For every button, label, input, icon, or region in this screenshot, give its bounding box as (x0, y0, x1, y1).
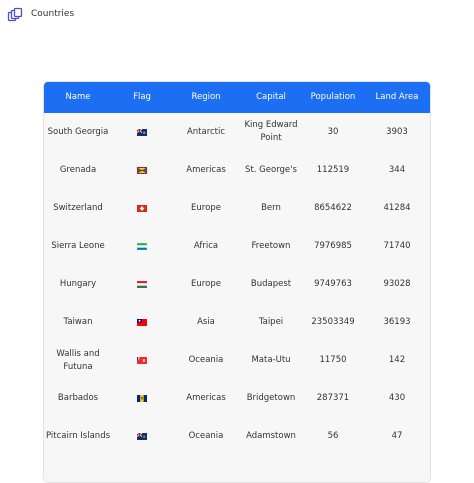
cell-region: Europe (191, 202, 221, 213)
cell-population: 11750 (319, 355, 347, 366)
cell-name: Barbados (44, 392, 112, 405)
cell-capital: Mata-Utu (240, 354, 302, 367)
table-row[interactable]: Wallis and Futuna Oceania Mata-Utu 11750 142 (44, 342, 430, 380)
cell-region: Africa (193, 240, 219, 251)
cell-land-area: 344 (388, 164, 406, 175)
cell-region: Oceania (188, 431, 224, 442)
cell-population: 30 (327, 126, 339, 137)
cell-land-area: 430 (388, 393, 406, 404)
column-header-region[interactable]: Region (172, 92, 240, 102)
cell-land-area: 71740 (383, 240, 411, 251)
cell-population: 112519 (316, 164, 350, 175)
cell-name-line: Taiwan (63, 317, 93, 327)
cell-name: Wallis and Futuna (44, 348, 112, 374)
cell-name-line: Switzerland (53, 202, 103, 213)
flag-icon-bb (137, 395, 147, 403)
cell-name-line: South Georgia (47, 126, 109, 137)
column-header-flag[interactable]: Flag (112, 92, 172, 102)
cell-region: Antarctic (186, 126, 226, 137)
table-row[interactable]: Barbados Americas Bridgetown 287371 430 (44, 380, 430, 418)
cell-capital: Adamstown (240, 430, 302, 443)
column-header-population[interactable]: Population (302, 92, 364, 102)
cell-region: Americas (186, 393, 226, 404)
table-row[interactable]: Taiwan Asia Taipei 23503349 36193 (44, 304, 430, 342)
cell-capital: Budapest (240, 278, 302, 291)
cell-land-area: 41284 (383, 202, 411, 213)
cell-capital: King Edward Point (240, 119, 302, 145)
column-header-land-area[interactable]: Land Area (364, 92, 430, 102)
table-row[interactable]: Switzerland Europe Bern 8654622 41284 (44, 189, 430, 227)
cell-land-area: 47 (391, 431, 403, 442)
cell-population: 9749763 (314, 278, 352, 289)
layers-icon[interactable] (7, 7, 23, 23)
cell-name-line: Pitcairn Islands (45, 431, 111, 442)
flag-icon-ch (137, 204, 147, 212)
cell-capital-line: Mata-Utu (251, 355, 291, 366)
table-row[interactable]: Grenada Americas St. George's 112519 344 (44, 151, 430, 189)
flag-icon-hu (137, 280, 147, 288)
table-row[interactable]: Pitcairn Islands Oceania Adamstown 56 47 (44, 418, 430, 456)
cell-population: 56 (327, 431, 339, 442)
cell-name: South Georgia (44, 126, 112, 139)
flag-icon-tw (137, 319, 147, 326)
flag-icon-wf (137, 357, 147, 365)
cell-capital-line: Budapest (250, 278, 292, 289)
cell-land-area: 93028 (383, 278, 411, 289)
cell-name: Pitcairn Islands (44, 430, 112, 443)
cell-name-line: Wallis and (56, 348, 100, 359)
cell-capital-line: King Edward (244, 120, 298, 130)
table-row[interactable]: Sierra Leone Africa Freetown 7976985 71740 (44, 227, 430, 265)
cell-capital-line: St. George's (245, 164, 297, 175)
top-bar: Countries (0, 0, 474, 30)
cell-region: Oceania (188, 355, 224, 366)
cell-capital: Freetown (240, 240, 302, 253)
cell-capital-line: Freetown (251, 240, 291, 251)
table-row[interactable]: Hungary Europe Budapest 9749763 93028 (44, 265, 430, 303)
cell-land-area: 36193 (383, 317, 411, 327)
cell-region: Americas (186, 164, 226, 175)
countries-table: Name Flag Region Capital Population Land… (43, 81, 431, 483)
flag-icon-gd (137, 166, 147, 174)
cell-name: Taiwan (44, 316, 112, 329)
cell-capital: Taipei (240, 316, 302, 329)
cell-capital-line: Bridgetown (246, 393, 296, 404)
cell-population: 8654622 (314, 202, 352, 213)
flag-icon-pn (137, 433, 147, 441)
column-header-name[interactable]: Name (44, 92, 112, 102)
flag-icon-sl (137, 242, 147, 250)
cell-capital-line: Adamstown (246, 431, 296, 442)
cell-capital-line: Point (260, 133, 282, 143)
cell-capital-line: Bern (261, 202, 281, 213)
cell-name: Hungary (44, 278, 112, 291)
cell-population: 23503349 (311, 317, 355, 327)
app-title: Countries (31, 9, 75, 19)
cell-name: Switzerland (44, 202, 112, 215)
cell-capital: Bern (240, 202, 302, 215)
cell-land-area: 3903 (386, 126, 408, 137)
cell-name: Grenada (44, 164, 112, 177)
cell-population: 7976985 (314, 240, 352, 251)
cell-name-line: Barbados (57, 393, 99, 404)
cell-capital-line: Taipei (258, 317, 284, 327)
cell-land-area: 142 (388, 355, 406, 366)
table-row[interactable]: South Georgia Antarctic King Edward Point 30… (44, 113, 430, 151)
cell-region: Asia (197, 317, 215, 327)
cell-name-line: Grenada (59, 164, 97, 175)
cell-capital: St. George's (240, 164, 302, 177)
cell-region: Europe (191, 278, 221, 289)
cell-name: Sierra Leone (44, 240, 112, 253)
flag-icon-gs (137, 128, 147, 136)
column-header-capital[interactable]: Capital (240, 92, 302, 102)
cell-name-line: Hungary (59, 278, 97, 289)
cell-name-line: Sierra Leone (51, 240, 105, 251)
cell-population: 287371 (316, 393, 350, 404)
cell-name-line: Futuna (63, 361, 93, 372)
table-header: Name Flag Region Capital Population Land… (44, 82, 430, 113)
cell-capital: Bridgetown (240, 392, 302, 405)
